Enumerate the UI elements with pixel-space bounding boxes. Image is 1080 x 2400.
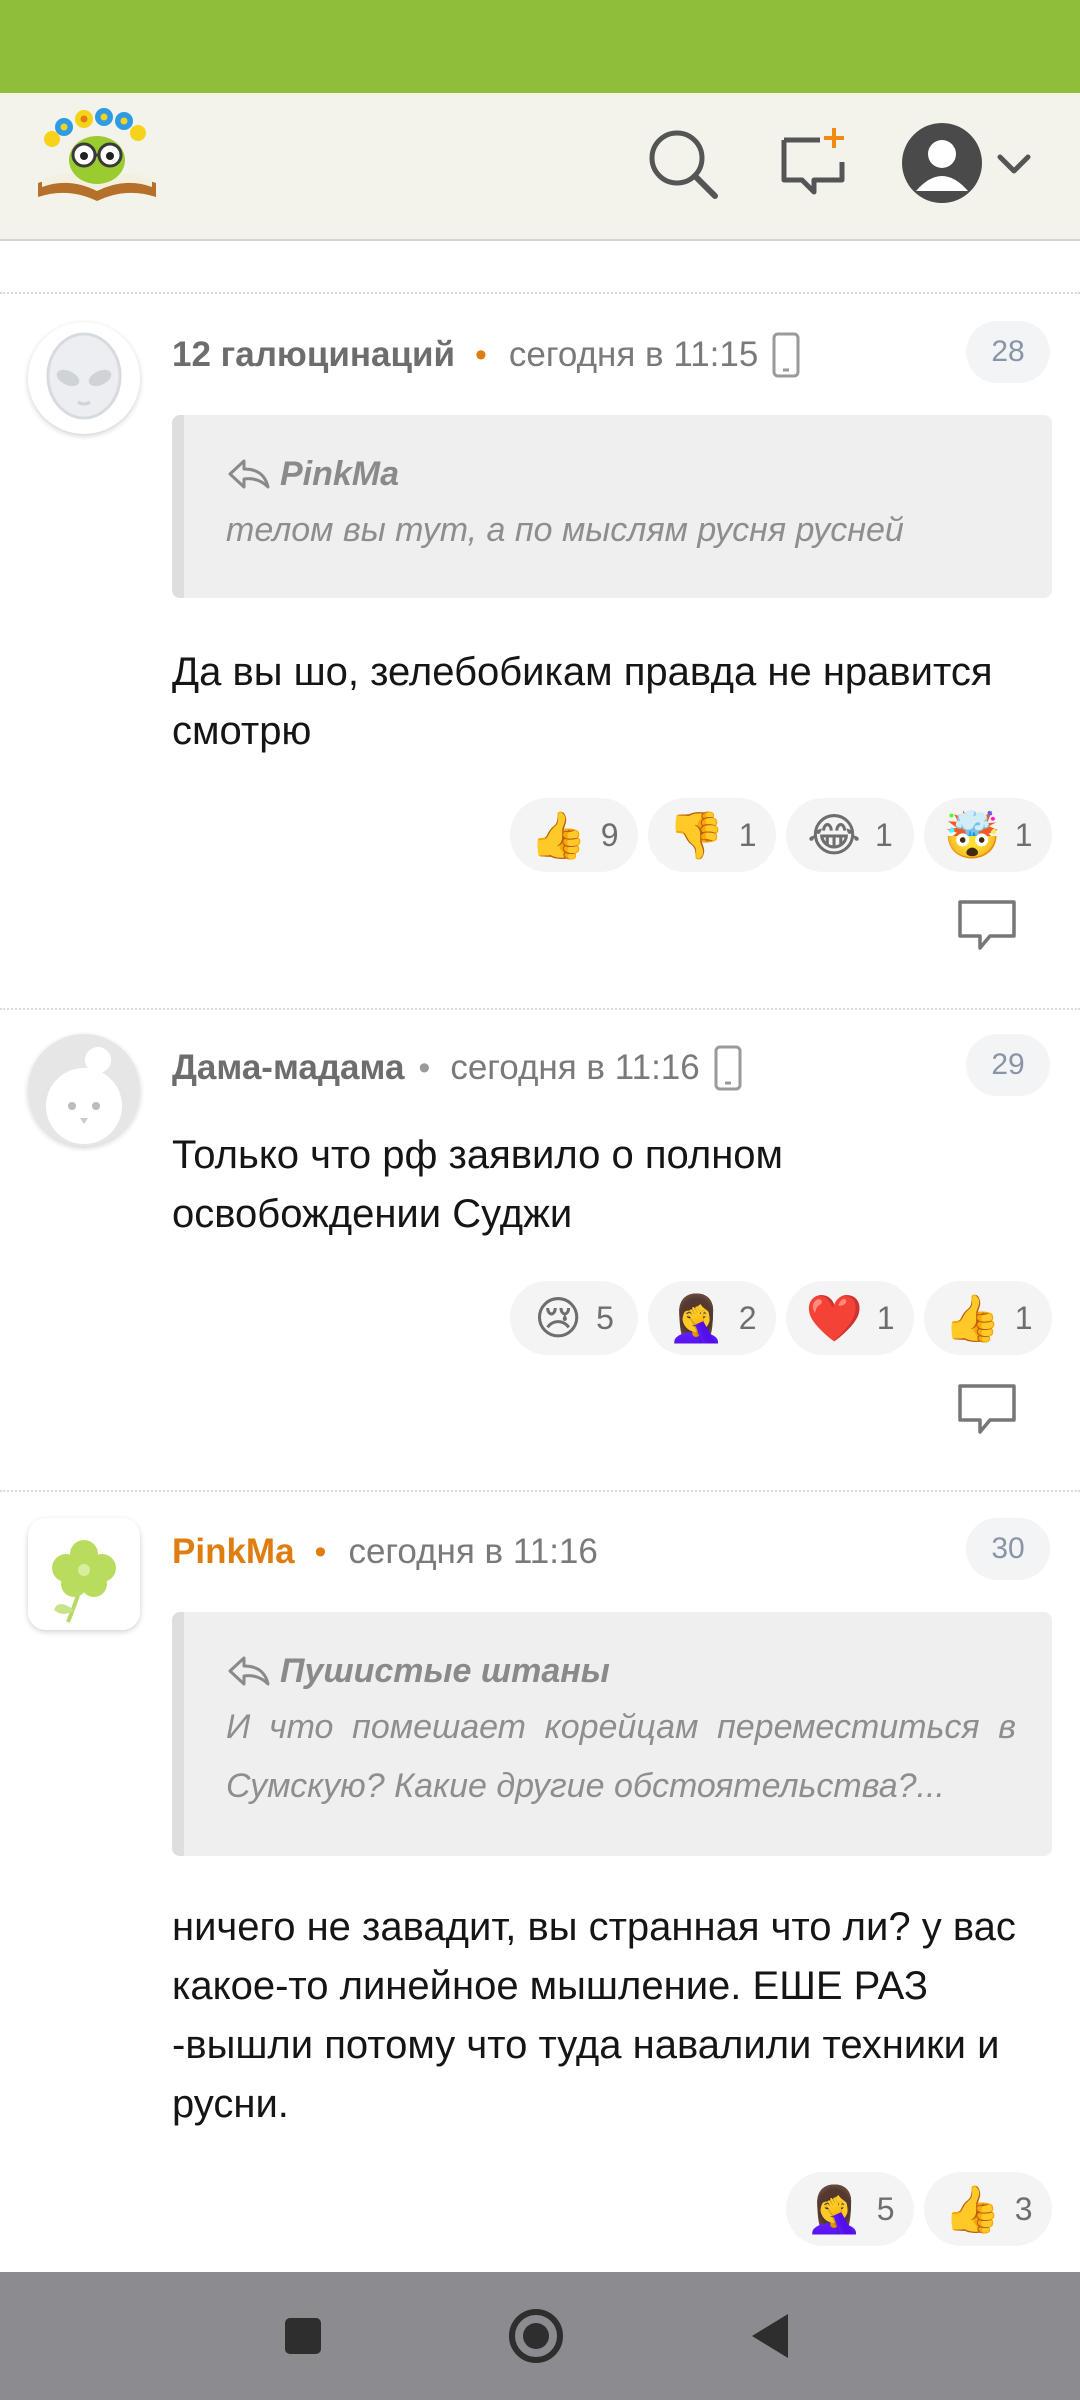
laughing-face-icon: 😂	[807, 809, 861, 861]
alien-avatar-icon	[46, 332, 122, 420]
comment-text: Да вы шо, зелебобикам правда не нравится…	[172, 650, 993, 753]
quote-text: И что помешает корейцам переместиться в …	[226, 1708, 1016, 1805]
avatar-icon	[902, 123, 982, 203]
phone-icon	[772, 332, 800, 378]
reaction-count: 3	[1014, 2190, 1033, 2227]
thumbs-up-icon: 👍	[943, 1292, 1001, 1344]
crying-face-icon: 😢	[534, 1292, 583, 1344]
reaction-count: 5	[876, 2190, 895, 2227]
reaction-count: 9	[600, 816, 619, 853]
separator-dot: •	[314, 1532, 327, 1571]
chevron-down-icon	[997, 154, 1031, 174]
user-avatar[interactable]	[28, 1518, 140, 1630]
user-avatar[interactable]	[28, 322, 140, 434]
reply-arrow-icon	[228, 1656, 270, 1686]
comment-time[interactable]: сегодня в 11:15	[509, 335, 758, 375]
app-header	[0, 93, 1080, 241]
search-icon[interactable]	[645, 126, 721, 202]
quote-text: телом вы тут, а по мыслям русня русней	[226, 511, 904, 549]
reaction-facepalm[interactable]: 🤦‍♀️ 5	[786, 2172, 914, 2246]
clover-avatar-icon	[28, 1518, 140, 1630]
quote-block[interactable]: PinkMa телом вы тут, а по мыслям русня р…	[172, 415, 1052, 598]
new-post-icon[interactable]	[776, 124, 852, 200]
thumbs-down-icon: 👎	[667, 809, 725, 861]
comment-author[interactable]: Дама-мадама	[172, 1048, 404, 1088]
quote-author: Пушистые штаны	[280, 1651, 610, 1690]
thumbs-up-icon: 👍	[529, 809, 587, 861]
comment-author[interactable]: 12 галюцинаций	[172, 335, 455, 375]
reply-comment-icon[interactable]	[956, 1382, 1018, 1438]
reaction-count: 1	[738, 816, 757, 853]
user-avatar[interactable]	[28, 1034, 140, 1146]
reply-arrow-icon	[228, 459, 270, 489]
phone-icon	[714, 1045, 742, 1091]
reactions-bar: 👍 9 👎 1 😂 1 🤯 1	[510, 798, 1052, 872]
system-nav-bar	[0, 2272, 1080, 2400]
quote-author-row: Пушистые штаны	[226, 1646, 1016, 1696]
bird-avatar-icon	[28, 1034, 140, 1146]
comment-time[interactable]: сегодня в 11:16	[450, 1048, 699, 1088]
comment-number[interactable]: 29	[966, 1034, 1050, 1096]
mind-blown-face-icon: 🤯	[943, 809, 1001, 861]
reaction-like[interactable]: 👍 1	[924, 1281, 1052, 1355]
reaction-count: 1	[874, 816, 893, 853]
comment-meta: PinkMa • сегодня в 11:16	[172, 1527, 598, 1577]
reaction-dislike[interactable]: 👎 1	[648, 798, 776, 872]
reaction-facepalm[interactable]: 🤦‍♀️ 2	[648, 1281, 776, 1355]
reaction-count: 1	[1014, 816, 1033, 853]
reaction-laugh[interactable]: 😂 1	[786, 798, 914, 872]
reaction-like[interactable]: 👍 3	[924, 2172, 1052, 2246]
separator-dot: •	[418, 1048, 431, 1087]
status-bar	[0, 0, 1080, 93]
comment-time[interactable]: сегодня в 11:16	[348, 1532, 597, 1572]
comment-author[interactable]: PinkMa	[172, 1532, 295, 1572]
comment-divider	[0, 1490, 1080, 1492]
thumbs-up-icon: 👍	[943, 2183, 1001, 2235]
facepalm-icon: 🤦‍♀️	[667, 1292, 725, 1344]
comment-meta: Дама-мадама • сегодня в 11:16	[172, 1043, 742, 1093]
divider	[0, 292, 1080, 294]
comment-number[interactable]: 30	[966, 1518, 1050, 1580]
reaction-cry[interactable]: 😢 5	[510, 1281, 638, 1355]
quote-author-row: PinkMa	[226, 449, 1016, 499]
quote-author: PinkMa	[280, 454, 400, 493]
heart-icon: ❤️	[805, 1292, 863, 1344]
reaction-count: 1	[876, 1299, 895, 1336]
back-triangle-icon[interactable]	[738, 2304, 802, 2368]
reactions-bar: 😢 5 🤦‍♀️ 2 ❤️ 1 👍 1	[510, 1281, 1052, 1355]
comment-meta: 12 галюцинаций • сегодня в 11:15	[172, 330, 800, 380]
recents-square-icon[interactable]	[271, 2304, 335, 2368]
comment-divider	[0, 1008, 1080, 1010]
comment-text: Только что рф заявило о полном освобожде…	[172, 1133, 784, 1236]
reaction-count: 5	[596, 1299, 614, 1336]
comment-number[interactable]: 28	[966, 321, 1050, 383]
reaction-heart[interactable]: ❤️ 1	[786, 1281, 914, 1355]
quote-block[interactable]: Пушистые штаны И что помешает корейцам п…	[172, 1612, 1052, 1856]
reactions-bar: 🤦‍♀️ 5 👍 3	[786, 2172, 1052, 2246]
comment-text: ничего не завадит, вы странная что ли? у…	[172, 1905, 1016, 2126]
reaction-count: 2	[738, 1299, 757, 1336]
home-circle-icon[interactable]	[504, 2304, 568, 2368]
profile-menu-button[interactable]	[900, 121, 1036, 205]
site-logo[interactable]	[34, 105, 160, 205]
facepalm-icon: 🤦‍♀️	[805, 2183, 863, 2235]
separator-dot: •	[475, 335, 487, 374]
reaction-like[interactable]: 👍 9	[510, 798, 638, 872]
reaction-mind-blown[interactable]: 🤯 1	[924, 798, 1052, 872]
reaction-count: 1	[1014, 1299, 1033, 1336]
reply-comment-icon[interactable]	[956, 898, 1018, 954]
